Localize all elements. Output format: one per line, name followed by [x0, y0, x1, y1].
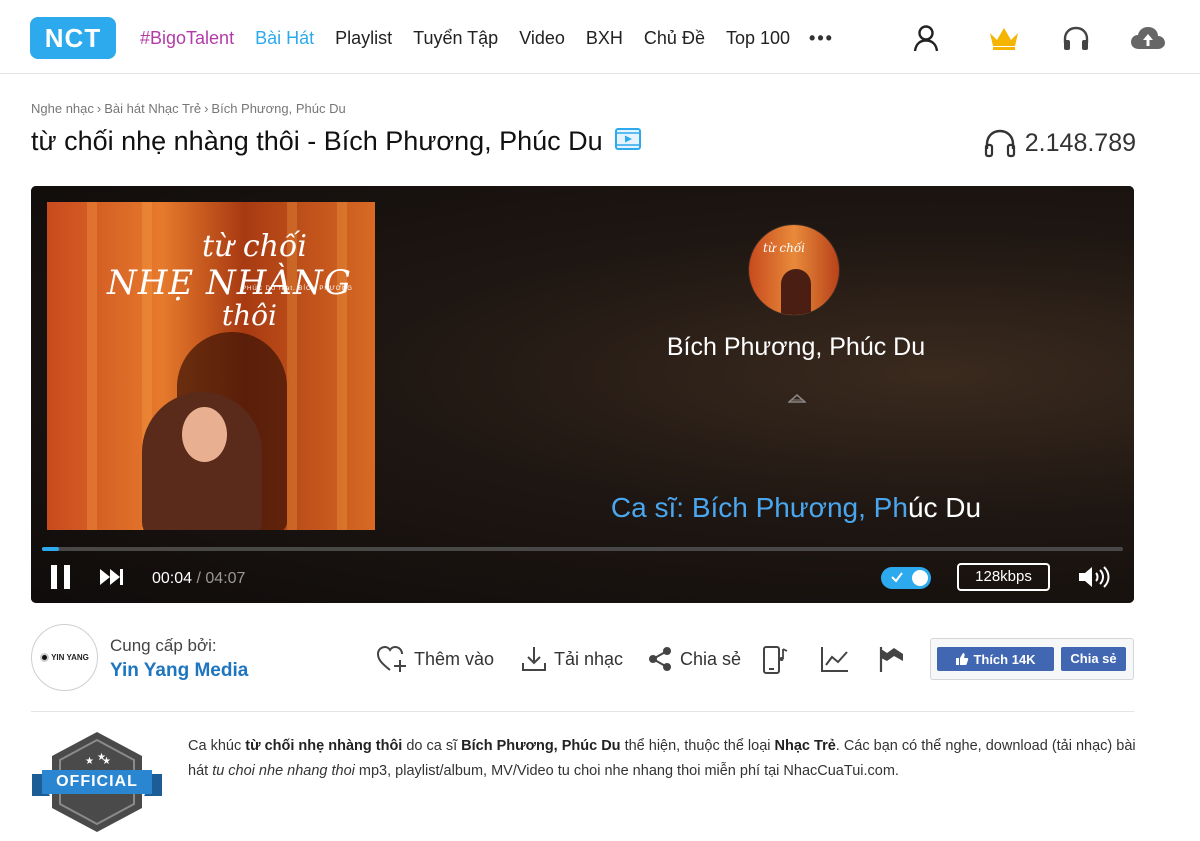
download-label: Tải nhạc [554, 648, 624, 669]
svg-text:★: ★ [102, 756, 111, 767]
breadcrumb-separator: › [204, 101, 209, 116]
provider-logo-text: YIN YANG [51, 653, 89, 662]
nav-playlist[interactable]: Playlist [335, 28, 392, 49]
cover-title-line3: thôi [221, 299, 277, 332]
provider-name-link[interactable]: Yin Yang Media [110, 660, 248, 682]
audio-player: từ chối NHẸ NHÀNG thôi PHÚC DU feat. BÍC… [31, 186, 1134, 603]
lyric-scroll-up-icon[interactable] [787, 390, 807, 408]
provider-label: Cung cấp bởi: [110, 636, 217, 655]
nav-video[interactable]: Video [519, 28, 565, 49]
crown-icon[interactable] [986, 20, 1022, 56]
official-badge: ★ ★ ★ OFFICIAL [30, 730, 164, 839]
facebook-widget: Thích 14K Chia sẻ [930, 638, 1134, 680]
desc-genre: Nhạc Trẻ [774, 738, 836, 754]
provider-logo[interactable]: YIN YANG [31, 624, 98, 691]
ringtone-phone-icon[interactable] [762, 645, 790, 680]
progress-fill [42, 547, 60, 551]
official-badge-text: OFFICIAL [56, 773, 138, 790]
desc-song-name: từ chối nhẹ nhàng thôi [245, 738, 403, 754]
download-icon [522, 647, 546, 671]
facebook-share-button[interactable]: Chia sẻ [1061, 647, 1126, 671]
section-divider [31, 711, 1134, 712]
add-to-playlist-label: Thêm vào [414, 648, 495, 669]
nav-bigotalent[interactable]: #BigoTalent [140, 28, 234, 49]
title-row: từ chối nhẹ nhàng thôi - Bích Phương, Ph… [31, 126, 641, 157]
facebook-like-button[interactable]: Thích 14K [937, 647, 1054, 671]
nct-logo[interactable]: NCT [30, 17, 116, 59]
header: NCT #BigoTalent Bài Hát Playlist Tuyển T… [0, 0, 1200, 74]
breadcrumb-separator: › [96, 101, 102, 116]
current-time: 00:04 [152, 570, 193, 587]
cover-title-line2: NHẸ NHÀNG [107, 263, 352, 303]
lyric-toggle[interactable] [881, 567, 931, 589]
main-nav: #BigoTalent Bài Hát Playlist Tuyển Tập V… [140, 24, 834, 52]
breadcrumb-artist[interactable]: Bích Phương, Phúc Du [211, 101, 345, 116]
page-title: từ chối nhẹ nhàng thôi - Bích Phương, Ph… [31, 126, 603, 156]
time-display: 00:04 / 04:07 [152, 570, 245, 588]
artist-avatar: từ chối [748, 224, 840, 316]
nav-top-100[interactable]: Top 100 [726, 28, 790, 49]
listen-count-value: 2.148.789 [1024, 128, 1136, 157]
desc-text: Ca khúc [188, 738, 246, 754]
share-label: Chia sẻ [680, 648, 742, 669]
nav-bxh[interactable]: BXH [586, 28, 623, 49]
report-flag-icon[interactable] [877, 645, 905, 678]
avatar-figure [781, 269, 811, 315]
player-artist-name: Bích Phương, Phúc Du [666, 333, 926, 361]
breadcrumb: Nghe nhạc › Bài hát Nhạc Trẻ › Bích Phương, … [31, 101, 346, 116]
avatar-text: từ chối [763, 241, 805, 255]
nav-chu-de[interactable]: Chủ Đề [644, 28, 705, 49]
progress-bar[interactable] [42, 547, 1123, 551]
more-menu-icon[interactable]: ••• [809, 28, 834, 49]
next-button[interactable] [99, 567, 125, 592]
cover-curtain [87, 202, 97, 530]
user-icon[interactable] [908, 20, 944, 56]
nav-tuyen-tap[interactable]: Tuyển Tập [413, 28, 498, 49]
lyric-remaining-part: úc Du [907, 492, 982, 523]
headphones-icon [984, 129, 1015, 158]
add-to-playlist-button[interactable]: Thêm vào [376, 645, 494, 673]
song-description: Ca khúc từ chối nhẹ nhàng thôi do ca sĩ … [188, 734, 1138, 784]
breadcrumb-bai-hat-nhac-tre[interactable]: Bài hát Nhạc Trẻ [104, 101, 201, 116]
cover-credits: PHÚC DU feat. BÍCH PHƯƠNG [242, 286, 353, 292]
cloud-upload-icon[interactable] [1130, 20, 1166, 56]
volume-icon[interactable] [1077, 565, 1111, 594]
nav-bai-hat[interactable]: Bài Hát [255, 28, 314, 49]
heart-plus-icon [376, 645, 406, 672]
desc-text: thể hiện, thuộc thể loại [620, 738, 775, 754]
cover-title: từ chối NHẸ NHÀNG thôi [107, 232, 352, 330]
share-button[interactable]: Chia sẻ [646, 645, 741, 673]
headphones-icon[interactable] [1058, 20, 1094, 56]
yin-yang-icon [40, 653, 50, 662]
listen-count: 2.148.789 [983, 128, 1136, 158]
mv-video-icon[interactable] [614, 128, 641, 155]
desc-slug: tu choi nhe nhang thoi [212, 763, 355, 779]
check-icon [891, 572, 903, 583]
desc-artist: Bích Phương, Phúc Du [461, 738, 621, 754]
desc-text: do ca sĩ [402, 738, 462, 754]
download-button[interactable]: Tải nhạc [520, 645, 623, 673]
toggle-knob [912, 570, 928, 586]
duration: / 04:07 [196, 570, 246, 587]
chart-stats-icon[interactable] [820, 645, 850, 678]
quality-selector[interactable]: 128kbps [957, 563, 1050, 591]
breadcrumb-nghe-nhac[interactable]: Nghe nhạc [31, 101, 94, 116]
desc-text: mp3, playlist/album, MV/Video tu choi nh… [354, 763, 899, 779]
album-cover: từ chối NHẸ NHÀNG thôi PHÚC DU feat. BÍC… [47, 202, 375, 530]
lyric-sung-part: Ca sĩ: Bích Phương, Ph [610, 492, 908, 523]
pause-button[interactable] [49, 563, 73, 596]
thumbs-up-icon [956, 653, 969, 665]
share-icon [649, 647, 671, 671]
cover-singer-face [182, 407, 227, 462]
lyric-line: Ca sĩ: Bích Phương, Phúc Du [531, 492, 1061, 524]
cover-title-line1: từ chối [201, 229, 307, 264]
facebook-like-label: Thích 14K [973, 651, 1036, 667]
svg-text:★: ★ [85, 756, 94, 767]
